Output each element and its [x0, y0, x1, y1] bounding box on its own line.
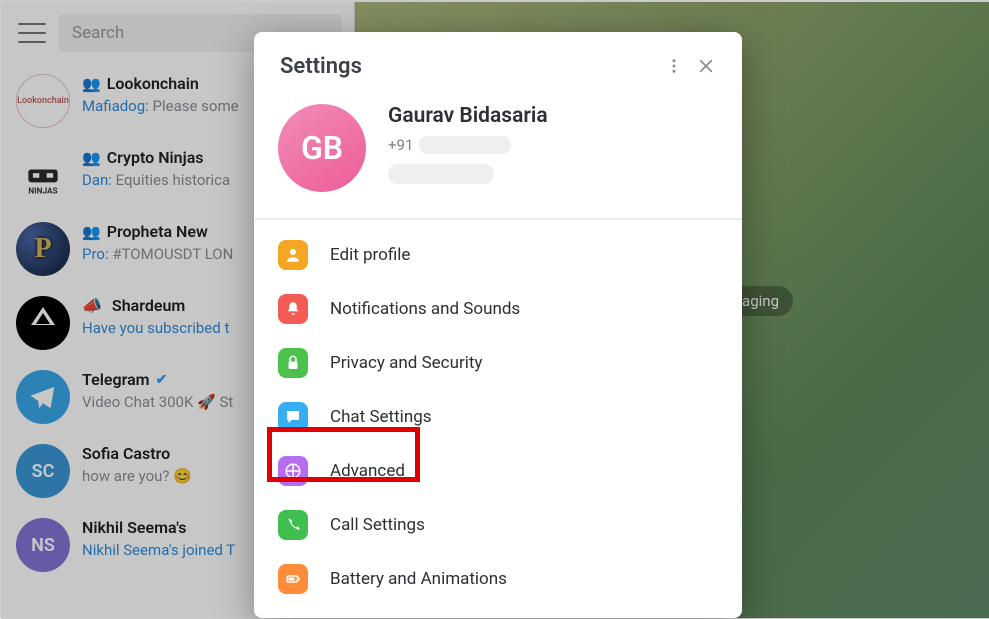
bell-icon [278, 294, 308, 324]
profile-section: GB Gaurav Bidasaria +91 [254, 92, 742, 218]
item-label: Chat Settings [330, 407, 432, 427]
close-icon [697, 57, 715, 75]
item-edit-profile[interactable]: Edit profile [254, 228, 742, 282]
item-call-settings[interactable]: Call Settings [254, 498, 742, 552]
item-label: Notifications and Sounds [330, 299, 520, 319]
advanced-icon [278, 456, 308, 486]
item-label: Advanced [330, 461, 405, 481]
app-root: Search Lookonchain 👥Lookonchain Mafiadog… [2, 2, 989, 618]
battery-icon [278, 564, 308, 594]
phone-icon [278, 510, 308, 540]
redacted-phone [419, 136, 511, 154]
more-button[interactable] [658, 50, 690, 82]
settings-items: Edit profile Notifications and Sounds Pr… [254, 220, 742, 618]
item-label: Battery and Animations [330, 569, 507, 589]
more-vertical-icon [665, 57, 683, 75]
settings-modal: Settings GB Gaurav Bidasaria +91 [254, 32, 742, 618]
close-button[interactable] [690, 50, 722, 82]
item-chat-settings[interactable]: Chat Settings [254, 390, 742, 444]
item-label: Call Settings [330, 515, 425, 535]
settings-title: Settings [280, 54, 658, 79]
profile-name: Gaurav Bidasaria [388, 104, 718, 128]
item-notifications[interactable]: Notifications and Sounds [254, 282, 742, 336]
item-privacy[interactable]: Privacy and Security [254, 336, 742, 390]
profile-avatar[interactable]: GB [278, 104, 366, 192]
item-battery[interactable]: Battery and Animations [254, 552, 742, 606]
item-label: Privacy and Security [330, 353, 482, 373]
redacted-username [388, 164, 494, 184]
lock-icon [278, 348, 308, 378]
profile-icon [278, 240, 308, 270]
profile-phone: +91 [388, 136, 718, 154]
item-advanced[interactable]: Advanced [254, 444, 742, 498]
item-label: Edit profile [330, 245, 410, 265]
settings-header: Settings [254, 32, 742, 92]
chat-icon [278, 402, 308, 432]
item-language[interactable]: Language English [254, 606, 742, 618]
